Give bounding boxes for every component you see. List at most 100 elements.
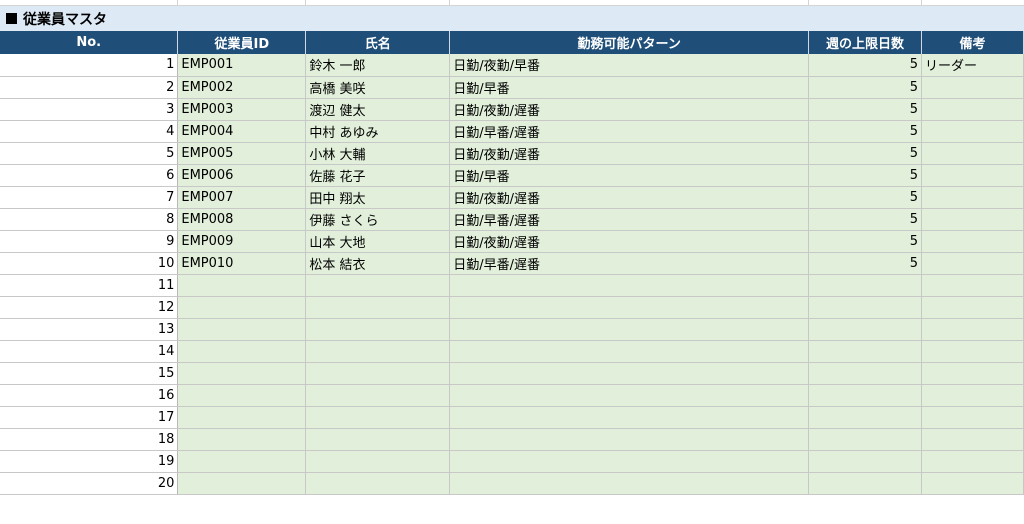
sheet-title-bar[interactable]: 従業員マスタ xyxy=(0,6,1024,31)
cell-employee-id[interactable] xyxy=(177,362,307,385)
cell-name[interactable]: 佐藤 花子 xyxy=(305,164,451,187)
cell-name[interactable]: 伊藤 さくら xyxy=(305,208,451,231)
col-header-no[interactable]: No. xyxy=(0,31,179,54)
cell-pattern[interactable]: 日勤/早番 xyxy=(449,76,810,99)
cell-pattern[interactable] xyxy=(449,274,810,297)
cell-name[interactable] xyxy=(305,318,451,341)
cell-weekly-limit[interactable] xyxy=(808,362,922,385)
col-header-name[interactable]: 氏名 xyxy=(305,31,451,54)
cell-name[interactable] xyxy=(305,274,451,297)
cell-notes[interactable] xyxy=(921,450,1024,473)
cell-no[interactable]: 10 xyxy=(0,252,179,275)
cell-employee-id[interactable]: EMP010 xyxy=(177,252,307,275)
cell-employee-id[interactable]: EMP009 xyxy=(177,230,307,253)
cell-notes[interactable] xyxy=(921,164,1024,187)
cell-no[interactable]: 20 xyxy=(0,472,179,495)
cell-pattern[interactable]: 日勤/早番/遅番 xyxy=(449,120,810,143)
cell-name[interactable]: 小林 大輔 xyxy=(305,142,451,165)
cell-pattern[interactable] xyxy=(449,340,810,363)
cell-employee-id[interactable]: EMP002 xyxy=(177,76,307,99)
cell-pattern[interactable] xyxy=(449,362,810,385)
cell-no[interactable]: 8 xyxy=(0,208,179,231)
cell-pattern[interactable] xyxy=(449,384,810,407)
cell-name[interactable] xyxy=(305,428,451,451)
cell-notes[interactable] xyxy=(921,406,1024,429)
cell-weekly-limit[interactable]: 5 xyxy=(808,120,922,143)
cell-pattern[interactable] xyxy=(449,472,810,495)
cell-name[interactable]: 山本 大地 xyxy=(305,230,451,253)
cell-weekly-limit[interactable] xyxy=(808,340,922,363)
cell-notes[interactable] xyxy=(921,208,1024,231)
cell-name[interactable]: 中村 あゆみ xyxy=(305,120,451,143)
cell-pattern[interactable]: 日勤/夜勤/遅番 xyxy=(449,98,810,121)
cell-weekly-limit[interactable] xyxy=(808,428,922,451)
cell-no[interactable]: 15 xyxy=(0,362,179,385)
cell-employee-id[interactable]: EMP004 xyxy=(177,120,307,143)
cell-notes[interactable] xyxy=(921,318,1024,341)
cell-pattern[interactable] xyxy=(449,296,810,319)
cell-no[interactable]: 7 xyxy=(0,186,179,209)
cell-notes[interactable]: リーダー xyxy=(921,54,1024,77)
cell-no[interactable]: 2 xyxy=(0,76,179,99)
cell-weekly-limit[interactable] xyxy=(808,450,922,473)
cell-employee-id[interactable] xyxy=(177,406,307,429)
cell-pattern[interactable] xyxy=(449,406,810,429)
cell-notes[interactable] xyxy=(921,472,1024,495)
cell-name[interactable]: 松本 結衣 xyxy=(305,252,451,275)
cell-name[interactable] xyxy=(305,472,451,495)
cell-employee-id[interactable]: EMP005 xyxy=(177,142,307,165)
cell-name[interactable] xyxy=(305,384,451,407)
cell-no[interactable]: 1 xyxy=(0,54,179,77)
cell-pattern[interactable]: 日勤/夜勤/遅番 xyxy=(449,142,810,165)
cell-notes[interactable] xyxy=(921,428,1024,451)
col-header-weekly-limit[interactable]: 週の上限日数 xyxy=(808,31,922,54)
cell-weekly-limit[interactable] xyxy=(808,406,922,429)
cell-notes[interactable] xyxy=(921,252,1024,275)
cell-notes[interactable] xyxy=(921,340,1024,363)
cell-name[interactable]: 渡辺 健太 xyxy=(305,98,451,121)
cell-employee-id[interactable] xyxy=(177,428,307,451)
cell-employee-id[interactable]: EMP007 xyxy=(177,186,307,209)
cell-no[interactable]: 12 xyxy=(0,296,179,319)
cell-notes[interactable] xyxy=(921,384,1024,407)
cell-pattern[interactable]: 日勤/夜勤/早番 xyxy=(449,54,810,77)
cell-name[interactable]: 高橋 美咲 xyxy=(305,76,451,99)
cell-pattern[interactable] xyxy=(449,318,810,341)
cell-pattern[interactable]: 日勤/早番/遅番 xyxy=(449,252,810,275)
cell-weekly-limit[interactable] xyxy=(808,384,922,407)
cell-weekly-limit[interactable]: 5 xyxy=(808,164,922,187)
cell-employee-id[interactable] xyxy=(177,384,307,407)
cell-employee-id[interactable] xyxy=(177,296,307,319)
cell-employee-id[interactable]: EMP001 xyxy=(177,54,307,77)
cell-no[interactable]: 13 xyxy=(0,318,179,341)
cell-no[interactable]: 3 xyxy=(0,98,179,121)
cell-pattern[interactable] xyxy=(449,428,810,451)
cell-employee-id[interactable] xyxy=(177,340,307,363)
cell-employee-id[interactable] xyxy=(177,318,307,341)
cell-no[interactable]: 16 xyxy=(0,384,179,407)
cell-notes[interactable] xyxy=(921,296,1024,319)
cell-weekly-limit[interactable]: 5 xyxy=(808,186,922,209)
col-header-notes[interactable]: 備考 xyxy=(921,31,1024,54)
cell-no[interactable]: 9 xyxy=(0,230,179,253)
cell-no[interactable]: 11 xyxy=(0,274,179,297)
cell-no[interactable]: 19 xyxy=(0,450,179,473)
cell-weekly-limit[interactable]: 5 xyxy=(808,76,922,99)
cell-pattern[interactable]: 日勤/早番 xyxy=(449,164,810,187)
cell-employee-id[interactable] xyxy=(177,450,307,473)
cell-weekly-limit[interactable] xyxy=(808,318,922,341)
cell-weekly-limit[interactable]: 5 xyxy=(808,208,922,231)
cell-weekly-limit[interactable]: 5 xyxy=(808,252,922,275)
cell-weekly-limit[interactable]: 5 xyxy=(808,98,922,121)
cell-weekly-limit[interactable] xyxy=(808,472,922,495)
cell-weekly-limit[interactable] xyxy=(808,274,922,297)
cell-name[interactable]: 鈴木 一郎 xyxy=(305,54,451,77)
cell-notes[interactable] xyxy=(921,362,1024,385)
cell-pattern[interactable]: 日勤/夜勤/遅番 xyxy=(449,186,810,209)
cell-name[interactable]: 田中 翔太 xyxy=(305,186,451,209)
cell-notes[interactable] xyxy=(921,186,1024,209)
cell-notes[interactable] xyxy=(921,120,1024,143)
cell-no[interactable]: 6 xyxy=(0,164,179,187)
cell-employee-id[interactable] xyxy=(177,274,307,297)
cell-name[interactable] xyxy=(305,296,451,319)
